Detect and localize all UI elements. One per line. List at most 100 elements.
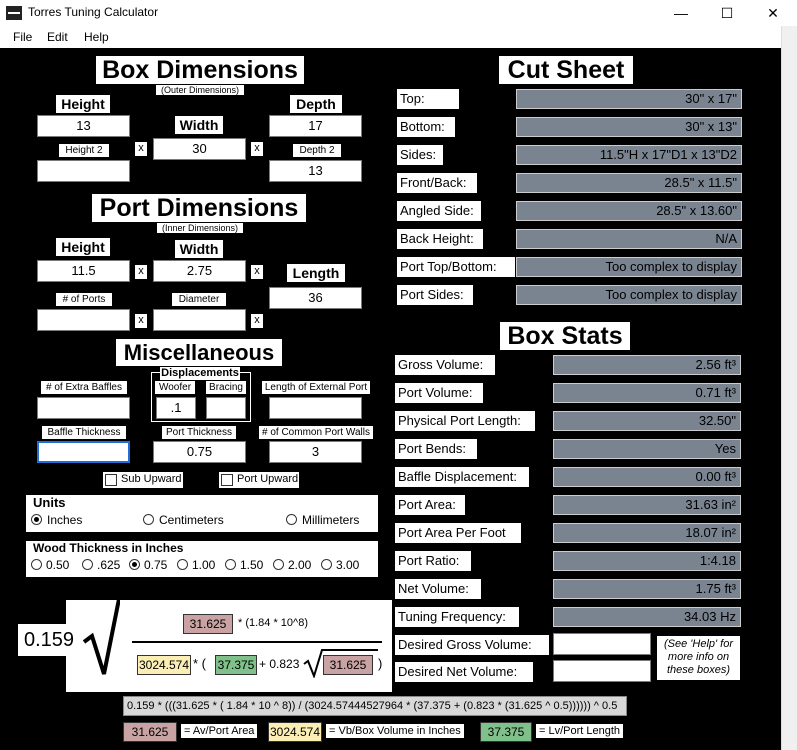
units-radio-millimeters[interactable] [286, 514, 297, 525]
menu-help[interactable]: Help [84, 30, 109, 44]
woofer-label: Woofer [155, 381, 195, 394]
units-radio-inches[interactable] [31, 514, 42, 525]
formula-radicand-panel [120, 600, 392, 692]
stat-label-port-area-per-foot: Port Area Per Foot [395, 523, 521, 543]
common-port-walls-input[interactable]: 3 [269, 441, 362, 463]
box-stats-heading: Box Stats [500, 322, 630, 350]
multiply-sign: x [251, 265, 263, 279]
stat-label-baffle-displacement: Baffle Displacement: [395, 467, 529, 487]
wood-radio-3.00[interactable] [321, 559, 332, 570]
port-upward-option[interactable]: Port Upward [219, 472, 299, 488]
port-thickness-label: Port Thickness [162, 426, 236, 439]
inner-dimensions-note: (Inner Dimensions) [157, 223, 243, 233]
legend-vb-text: = Vb/Box Volume in Inches [326, 724, 464, 738]
box-depth-input[interactable]: 17 [269, 115, 362, 137]
wood-radio-2.00[interactable] [273, 559, 284, 570]
wood-label-1.50: 1.50 [240, 558, 264, 572]
legend-lv-box: 37.375 [480, 722, 532, 742]
miscellaneous-heading: Miscellaneous [116, 339, 282, 366]
box-depth-label: Depth [290, 95, 342, 113]
external-port-input[interactable] [269, 397, 362, 419]
cut-value-angled-side: 28.5" x 13.60" [516, 201, 742, 221]
wood-radio-.625[interactable] [82, 559, 93, 570]
cut-value-bottom: 30" x 13" [516, 117, 742, 137]
port-thickness-input[interactable]: 0.75 [153, 441, 246, 463]
baffle-thickness-input[interactable] [37, 441, 130, 463]
diameter-input[interactable] [153, 309, 246, 331]
title-bar: Torres Tuning Calculator — ☐ ✕ [0, 0, 797, 26]
maximize-button[interactable]: ☐ [704, 0, 750, 26]
ports-count-input[interactable] [37, 309, 130, 331]
outer-dimensions-note: (Outer Dimensions) [156, 85, 244, 95]
woofer-input[interactable]: .1 [156, 397, 196, 419]
wood-thickness-group: Wood Thickness in Inches 0.50 .625 0.75 … [26, 541, 378, 577]
cut-label-top: Top: [397, 89, 459, 109]
wood-radio-1.00[interactable] [177, 559, 188, 570]
extra-baffles-input[interactable] [37, 397, 130, 419]
stat-label-tuning-frequency: Tuning Frequency: [395, 607, 519, 627]
minimize-button[interactable]: — [658, 0, 704, 26]
wood-radio-1.50[interactable] [225, 559, 236, 570]
wood-radio-0.50[interactable] [31, 559, 42, 570]
stat-label-port-volume: Port Volume: [395, 383, 483, 403]
baffle-thickness-label: Baffle Thickness [42, 426, 126, 439]
cut-value-port-top-bottom: Too complex to display [516, 257, 742, 277]
bracing-input[interactable] [206, 397, 246, 419]
port-upward-checkbox[interactable] [221, 474, 233, 486]
box-width-input[interactable]: 30 [153, 138, 246, 160]
cut-value-front-back: 28.5" x 11.5" [516, 173, 742, 193]
stat-label-port-area: Port Area: [395, 495, 465, 515]
box-depth2-label: Depth 2 [293, 144, 341, 157]
wood-label-0.50: 0.50 [46, 558, 70, 572]
vertical-scrollbar[interactable] [781, 26, 797, 750]
box-height2-input[interactable] [37, 160, 130, 182]
port-dimensions-heading: Port Dimensions [92, 194, 306, 222]
legend-av-text: = Av/Port Area [181, 724, 258, 738]
wood-label-2.00: 2.00 [288, 558, 312, 572]
window-title: Torres Tuning Calculator [28, 5, 159, 19]
cut-value-back-height: N/A [516, 229, 742, 249]
desired-net-volume-input[interactable] [553, 660, 651, 682]
units-group: Units Inches Centimeters Millimeters [26, 495, 378, 532]
menu-edit[interactable]: Edit [47, 30, 68, 44]
close-button[interactable]: ✕ [750, 0, 796, 26]
multiply-sign: x [135, 142, 147, 156]
units-radio-centimeters[interactable] [143, 514, 154, 525]
box-height-input[interactable]: 13 [37, 115, 130, 137]
port-height-input[interactable]: 11.5 [37, 260, 130, 282]
port-length-label: Length [287, 264, 345, 282]
stat-value-physical-port-length: 32.50" [553, 411, 741, 431]
displacements-label: Displacements [160, 367, 240, 380]
units-label-inches: Inches [47, 513, 83, 527]
cut-value-port-sides: Too complex to display [516, 285, 742, 305]
sub-upward-checkbox[interactable] [105, 474, 117, 486]
port-width-input[interactable]: 2.75 [153, 260, 246, 282]
wood-radio-0.75[interactable] [129, 559, 140, 570]
cut-sheet-heading: Cut Sheet [499, 56, 633, 84]
multiply-sign: x [251, 314, 263, 328]
box-depth2-input[interactable]: 13 [269, 160, 362, 182]
port-length-input[interactable]: 36 [269, 287, 362, 309]
stat-value-tuning-frequency: 34.03 Hz [553, 607, 741, 627]
external-port-label: Length of External Port [262, 381, 370, 394]
stat-label-physical-port-length: Physical Port Length: [395, 411, 535, 431]
app-icon [6, 6, 22, 20]
cut-label-sides: Sides: [397, 145, 443, 165]
sub-upward-option[interactable]: Sub Upward [103, 472, 183, 488]
legend-av-box: 31.625 [123, 722, 177, 742]
desired-gross-volume-input[interactable] [553, 633, 651, 655]
formula-coefficient: 0.159 [18, 624, 80, 656]
wood-thickness-title: Wood Thickness in Inches [33, 541, 184, 555]
bracing-label: Bracing [206, 381, 246, 394]
cut-label-angled-side: Angled Side: [397, 201, 481, 221]
stat-value-baffle-displacement: 0.00 ft³ [553, 467, 741, 487]
legend-vb-box: 3024.574 [268, 722, 322, 742]
extra-baffles-label: # of Extra Baffles [41, 381, 127, 394]
menu-file[interactable]: File [13, 30, 32, 44]
formula-fraction-bar [132, 641, 382, 643]
stat-value-port-area-per-foot: 18.07 in² [553, 523, 741, 543]
multiply-sign: x [135, 265, 147, 279]
wood-label-0.75: 0.75 [144, 558, 168, 572]
formula-av-box: 31.625 [183, 614, 233, 634]
formula-vb-box: 3024.574 [137, 655, 191, 675]
